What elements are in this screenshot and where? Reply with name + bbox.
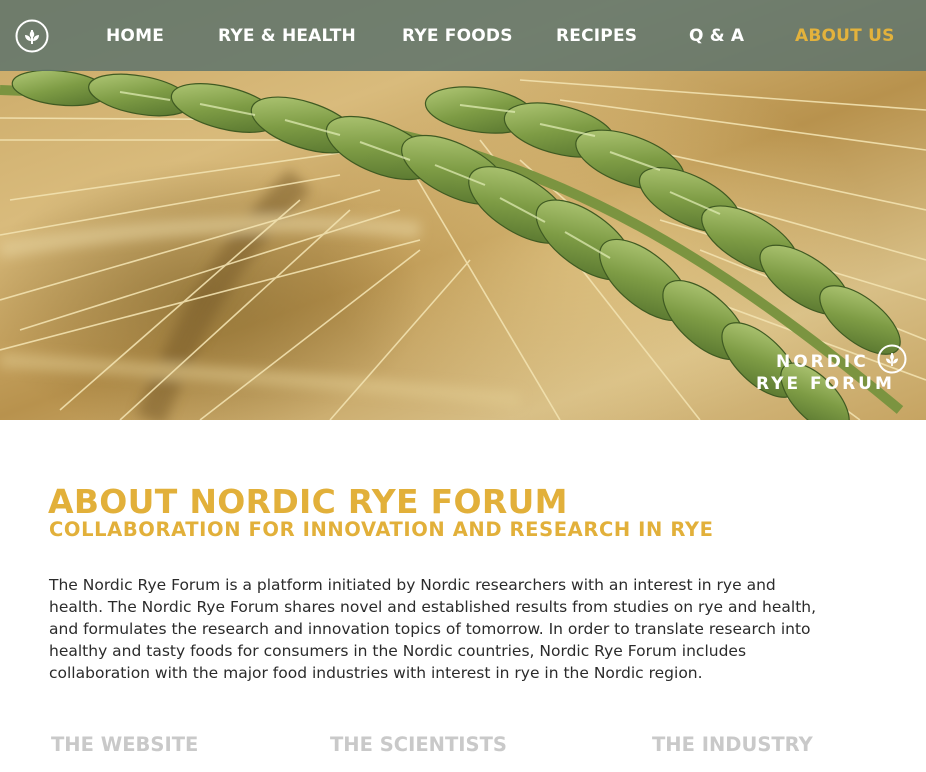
top-navigation: HOME RYE & HEALTH RYE FOODS RECIPES Q & … bbox=[0, 0, 926, 71]
nav-item-about-us[interactable]: ABOUT US bbox=[795, 24, 895, 48]
page-title: ABOUT NORDIC RYE FORUM bbox=[48, 482, 568, 521]
nav-item-home[interactable]: HOME bbox=[106, 24, 164, 48]
nav-item-qa[interactable]: Q & A bbox=[689, 24, 744, 48]
wheat-circle-logo-icon bbox=[877, 344, 907, 374]
brand-line-rye-forum: RYE FORUM bbox=[756, 374, 895, 394]
brand-line-nordic: NORDIC bbox=[776, 352, 869, 372]
section-link-the-industry[interactable]: THE INDUSTRY bbox=[652, 733, 813, 756]
nav-item-rye-foods[interactable]: RYE FOODS bbox=[402, 24, 513, 48]
nav-item-rye-health[interactable]: RYE & HEALTH bbox=[218, 24, 356, 48]
wheat-circle-logo-icon[interactable] bbox=[15, 19, 49, 53]
section-link-the-scientists[interactable]: THE SCIENTISTS bbox=[330, 733, 507, 756]
about-paragraph: The Nordic Rye Forum is a platform initi… bbox=[49, 576, 817, 682]
section-link-the-website[interactable]: THE WEBSITE bbox=[51, 733, 198, 756]
nav-item-recipes[interactable]: RECIPES bbox=[556, 24, 637, 48]
brand-logo: NORDIC RYE FORUM bbox=[752, 344, 912, 394]
page-subtitle: COLLABORATION FOR INNOVATION AND RESEARC… bbox=[49, 518, 714, 541]
hero-image: HOME RYE & HEALTH RYE FOODS RECIPES Q & … bbox=[0, 0, 926, 420]
